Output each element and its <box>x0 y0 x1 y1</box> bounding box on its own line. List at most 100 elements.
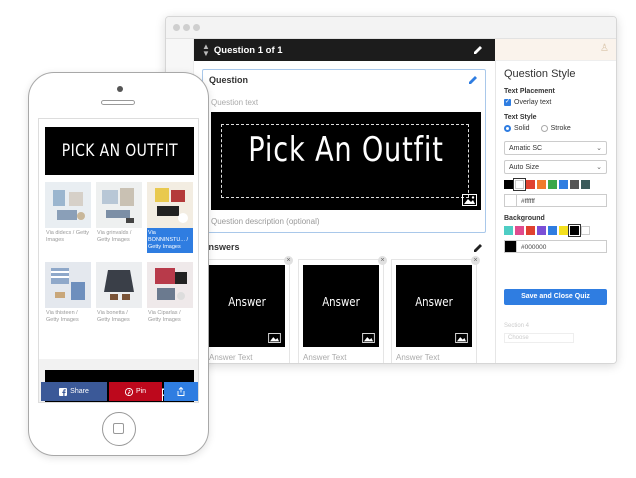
overlay-text-option[interactable]: ✓ Overlay text <box>504 99 551 106</box>
color-swatch-selected[interactable] <box>513 178 526 191</box>
text-hex-value[interactable]: #ffffff <box>517 194 607 207</box>
question-card[interactable]: Question Question text Pick An Outfit Qu… <box>202 69 486 233</box>
text-placement-label: Text Placement <box>504 88 555 95</box>
color-swatch-selected[interactable] <box>568 224 581 237</box>
answer-text-input[interactable]: Answer Text <box>396 353 439 362</box>
answer-card[interactable]: Answer × Answer Text <box>391 256 480 363</box>
solid-label: Solid <box>514 125 530 132</box>
speaker-grille <box>101 100 135 105</box>
quiz-banner: PICK AN OUTFIT <box>45 127 194 175</box>
image-icon[interactable] <box>268 333 281 343</box>
color-swatch[interactable] <box>537 180 546 189</box>
question-counter: Question 1 of 1 <box>213 44 283 56</box>
share-more-button[interactable] <box>164 382 198 401</box>
answer-tile[interactable]: Via bonetta / Getty Images <box>96 262 142 326</box>
remove-answer-icon[interactable]: × <box>284 256 293 265</box>
edit-question-icon[interactable] <box>467 74 479 86</box>
chevron-down-icon: ⌄ <box>596 145 602 152</box>
outfit-photo <box>45 182 91 228</box>
edit-answers-icon[interactable] <box>472 242 484 254</box>
phone-mockup: PICK AN OUTFIT Via didecs / Getty Images… <box>28 72 209 456</box>
camera-icon <box>117 86 123 92</box>
save-and-close-button[interactable]: Save and Close Quiz <box>504 289 607 305</box>
image-icon[interactable] <box>462 194 477 206</box>
color-swatch[interactable] <box>570 180 579 189</box>
hex-preview <box>504 240 517 253</box>
color-swatch[interactable] <box>548 180 557 189</box>
question-style-panel: Question Style Text Placement ✓ Overlay … <box>495 61 616 363</box>
text-color-hex[interactable]: #ffffff <box>504 194 607 207</box>
question-text-input[interactable]: Question text <box>211 98 258 107</box>
top-right-strip: ♙ <box>495 39 616 61</box>
question-nav-bar: ▲ ▼ Question 1 of 1 <box>194 39 495 61</box>
home-square-icon <box>113 423 124 434</box>
facebook-share-label: Share <box>70 388 89 395</box>
answer-tile-selected[interactable]: Via BONNINSTU... / Getty Images <box>147 182 193 253</box>
faded-section-label: Section 4 <box>504 323 530 329</box>
answer-image-text: Answer <box>228 295 266 309</box>
answer-tile[interactable]: Via thisteen / Getty Images <box>45 262 91 326</box>
question-image-title: Pick An Outfit <box>248 130 444 170</box>
color-swatch[interactable] <box>537 226 546 235</box>
question-description-input[interactable]: Question description (optional) <box>211 217 320 226</box>
remove-answer-icon[interactable]: × <box>471 256 480 265</box>
tile-caption: Via bonetta / Getty Images <box>97 310 130 323</box>
color-swatch[interactable] <box>581 226 590 235</box>
share-bar: Share Pin <box>41 382 198 401</box>
answer-image[interactable]: Answer <box>303 265 379 347</box>
pinterest-pin-button[interactable]: Pin <box>109 382 162 401</box>
banner-title: PICK AN OUTFIT <box>61 141 178 161</box>
answer-text-input[interactable]: Answer Text <box>209 353 252 362</box>
answer-card[interactable]: Answer × Answer Text <box>204 256 293 363</box>
facebook-share-button[interactable]: Share <box>41 382 107 401</box>
window-dot <box>183 24 190 31</box>
answer-tile[interactable]: Via didecs / Getty Images <box>45 182 91 246</box>
size-select[interactable]: Auto Size ⌄ <box>504 160 607 174</box>
background-label: Background <box>504 215 545 222</box>
pinterest-icon <box>124 387 133 396</box>
reorder-icon[interactable]: ▲ ▼ <box>202 43 210 58</box>
answer-image[interactable]: Answer <box>396 265 472 347</box>
color-swatch[interactable] <box>526 226 535 235</box>
color-swatch[interactable] <box>515 226 524 235</box>
remove-answer-icon[interactable]: × <box>378 256 387 265</box>
panel-title: Question Style <box>504 68 576 80</box>
radio-solid[interactable] <box>504 125 511 132</box>
share-upload-icon <box>177 387 185 396</box>
color-swatch[interactable] <box>526 180 535 189</box>
stroke-label: Stroke <box>550 125 571 132</box>
outfit-photo <box>45 262 91 308</box>
home-button[interactable] <box>102 412 136 446</box>
edit-pencil-icon[interactable] <box>471 43 485 57</box>
image-icon[interactable] <box>362 333 375 343</box>
window-dot <box>173 24 180 31</box>
answer-text-input[interactable]: Answer Text <box>303 353 346 362</box>
font-select[interactable]: Amatic SC ⌄ <box>504 141 607 155</box>
color-swatch[interactable] <box>504 226 513 235</box>
answer-image[interactable]: Answer <box>209 265 285 347</box>
color-swatch[interactable] <box>559 226 568 235</box>
answer-image-text: Answer <box>415 295 453 309</box>
background-color-hex[interactable]: #000000 <box>504 240 607 253</box>
question-image[interactable]: Pick An Outfit <box>211 112 481 210</box>
answer-image-text: Answer <box>322 295 360 309</box>
facebook-icon <box>59 387 68 396</box>
image-icon[interactable] <box>455 333 468 343</box>
radio-stroke[interactable] <box>540 125 548 132</box>
answer-tile[interactable]: Via grinvalds / Getty Images <box>96 182 142 246</box>
checkbox-icon[interactable]: ✓ <box>504 99 511 106</box>
answer-tile[interactable]: Via Ciparlas / Getty Images <box>147 262 193 326</box>
background-hex-value[interactable]: #000000 <box>517 240 607 253</box>
color-swatch[interactable] <box>581 180 590 189</box>
text-style-options: Solid Stroke <box>504 125 571 132</box>
overlay-text-label: Overlay text <box>514 99 552 106</box>
tile-caption: Via Ciparlas / Getty Images <box>148 310 181 323</box>
color-swatch[interactable] <box>559 180 568 189</box>
phone-screen: PICK AN OUTFIT Via didecs / Getty Images… <box>38 118 199 403</box>
color-swatch[interactable] <box>504 180 513 189</box>
answer-card[interactable]: Answer × Answer Text <box>298 256 387 363</box>
background-color-swatches <box>504 224 590 237</box>
outfit-photo <box>147 182 193 228</box>
chevron-down-icon: ⌄ <box>596 164 602 171</box>
color-swatch[interactable] <box>548 226 557 235</box>
